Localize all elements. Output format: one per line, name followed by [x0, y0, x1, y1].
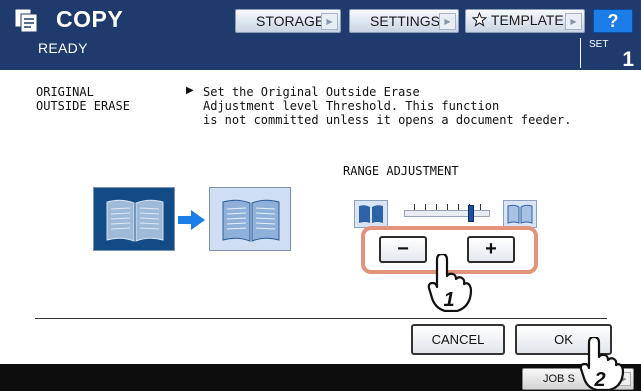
range-slider-track — [404, 210, 490, 217]
set-count: 1 — [622, 48, 634, 71]
chevron-right-icon: ▶ — [321, 13, 338, 30]
increase-button[interactable]: + — [467, 236, 515, 263]
chevron-right-icon: ▶ — [565, 13, 582, 30]
app-title: COPY — [56, 6, 124, 32]
book-dark-small-icon — [354, 200, 388, 228]
copier-icon — [14, 8, 38, 33]
tab-template[interactable]: TEMPLATE ▶ — [465, 9, 585, 33]
original-dark-illustration — [93, 187, 175, 251]
tab-settings-label: SETTINGS — [370, 13, 441, 29]
open-book-icon — [106, 199, 164, 242]
job-status-label: JOB S — [543, 373, 575, 385]
range-slider-tick — [480, 204, 481, 210]
status-text: READY — [38, 40, 88, 56]
range-slider-tick — [458, 204, 459, 210]
set-counter: SET 1 — [580, 38, 634, 71]
pointing-hand-icon: 1 — [427, 254, 473, 312]
original-light-illustration — [209, 187, 291, 251]
function-description: Set the Original Outside Erase Adjustmen… — [203, 85, 572, 127]
header-bar: COPY STORAGE ▶ SETTINGS ▶ TEMPLATE ▶ ? R… — [0, 0, 641, 71]
range-slider-tick — [414, 204, 415, 210]
tab-storage-label: STORAGE — [256, 13, 325, 29]
function-name: ORIGINAL OUTSIDE ERASE — [36, 85, 130, 113]
step-badge-1: 1 — [443, 289, 454, 311]
set-label: SET — [589, 39, 609, 50]
description-marker-icon: ▶ — [186, 85, 194, 96]
book-light-small-icon — [503, 200, 537, 228]
arrow-right-icon — [178, 210, 205, 230]
range-slider-tick — [447, 204, 448, 210]
star-icon — [471, 11, 488, 30]
range-adjustment-title: RANGE ADJUSTMENT — [343, 164, 459, 178]
divider — [35, 318, 607, 319]
help-button[interactable]: ? — [593, 9, 633, 33]
range-slider-tick — [436, 204, 437, 210]
range-slider-tick — [425, 204, 426, 210]
open-book-icon — [222, 199, 280, 242]
cancel-button[interactable]: CANCEL — [411, 324, 505, 355]
tab-template-label: TEMPLATE — [490, 12, 564, 28]
decrease-button[interactable]: − — [379, 236, 427, 263]
chevron-right-icon: ▶ — [439, 13, 456, 30]
step-badge-2: 2 — [593, 369, 605, 391]
tab-settings[interactable]: SETTINGS ▶ — [349, 9, 459, 33]
tab-storage[interactable]: STORAGE ▶ — [235, 9, 341, 33]
range-slider-thumb[interactable] — [468, 205, 474, 222]
pointing-hand-icon: 2 — [579, 337, 625, 391]
